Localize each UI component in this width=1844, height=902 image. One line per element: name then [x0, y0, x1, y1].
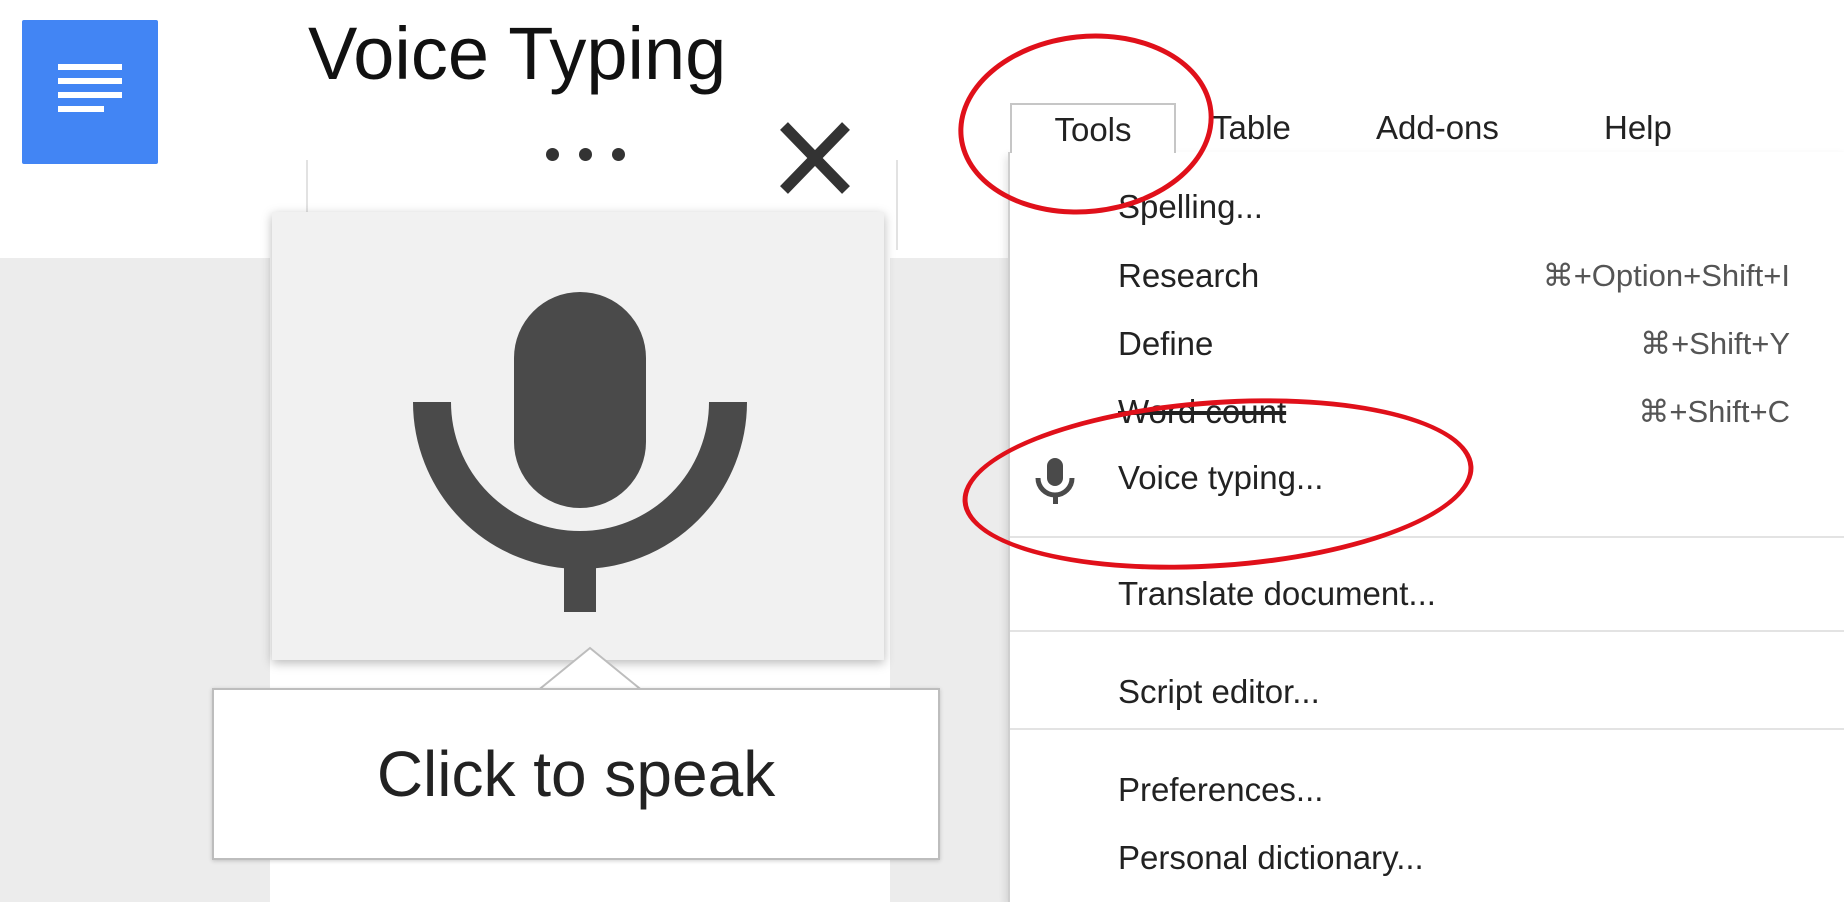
menu-item-translate-document[interactable]: Translate document... [1010, 564, 1844, 624]
google-docs-icon[interactable] [22, 20, 158, 164]
click-to-speak-tooltip: Click to speak [212, 688, 940, 860]
menu-item-label: Translate document... [1118, 575, 1436, 612]
menu-tools-label: Tools [1054, 111, 1132, 148]
menu-add-ons[interactable]: Add-ons [1376, 103, 1499, 153]
menu-item-shortcut: ⌘+Shift+C [1638, 394, 1790, 429]
menu-item-label: Voice typing... [1118, 459, 1324, 496]
microphone-button[interactable] [272, 212, 884, 660]
menu-item-personal-dictionary[interactable]: Personal dictionary... [1010, 828, 1844, 888]
close-icon [780, 122, 850, 194]
menu-table-label: Table [1212, 109, 1291, 146]
menu-item-preferences[interactable]: Preferences... [1010, 760, 1844, 820]
bubble-pointer [534, 646, 646, 692]
menu-item-label: Script editor... [1118, 673, 1320, 710]
menu-separator [1010, 728, 1844, 730]
menu-item-label: Spelling... [1118, 188, 1263, 225]
menu-tools[interactable]: Tools [1010, 103, 1176, 153]
microphone-icon [413, 292, 747, 612]
voice-typing-title: Voice Typing [308, 12, 727, 95]
menu-item-script-editor[interactable]: Script editor... [1010, 662, 1844, 722]
menu-item-word-count[interactable]: Word count ⌘+Shift+C [1010, 382, 1844, 442]
menu-separator [1010, 630, 1844, 632]
menu-item-research[interactable]: Research ⌘+Option+Shift+I [1010, 246, 1844, 306]
menu-item-voice-typing[interactable]: Voice typing... [1010, 448, 1844, 508]
click-to-speak-label: Click to speak [376, 738, 776, 810]
menu-item-spelling[interactable]: Spelling... [1010, 177, 1844, 237]
menu-add-ons-label: Add-ons [1376, 109, 1499, 146]
more-options-button[interactable] [520, 126, 650, 182]
menu-help[interactable]: Help [1604, 103, 1672, 153]
menu-item-label: Word count [1118, 393, 1287, 430]
menu-item-label: Research [1118, 257, 1260, 294]
menu-item-label: Personal dictionary... [1118, 839, 1424, 876]
menu-item-shortcut: ⌘+Shift+Y [1640, 326, 1790, 361]
menu-help-label: Help [1604, 109, 1672, 146]
microphone-icon [1035, 458, 1075, 504]
close-button[interactable] [770, 118, 860, 198]
menu-item-label: Define [1118, 325, 1214, 362]
menu-item-define[interactable]: Define ⌘+Shift+Y [1010, 314, 1844, 374]
menu-table[interactable]: Table [1212, 103, 1291, 153]
menu-item-shortcut: ⌘+Option+Shift+I [1542, 258, 1790, 293]
menu-item-label: Preferences... [1118, 771, 1324, 808]
menu-separator [1010, 536, 1844, 538]
more-dots-icon [545, 147, 559, 161]
